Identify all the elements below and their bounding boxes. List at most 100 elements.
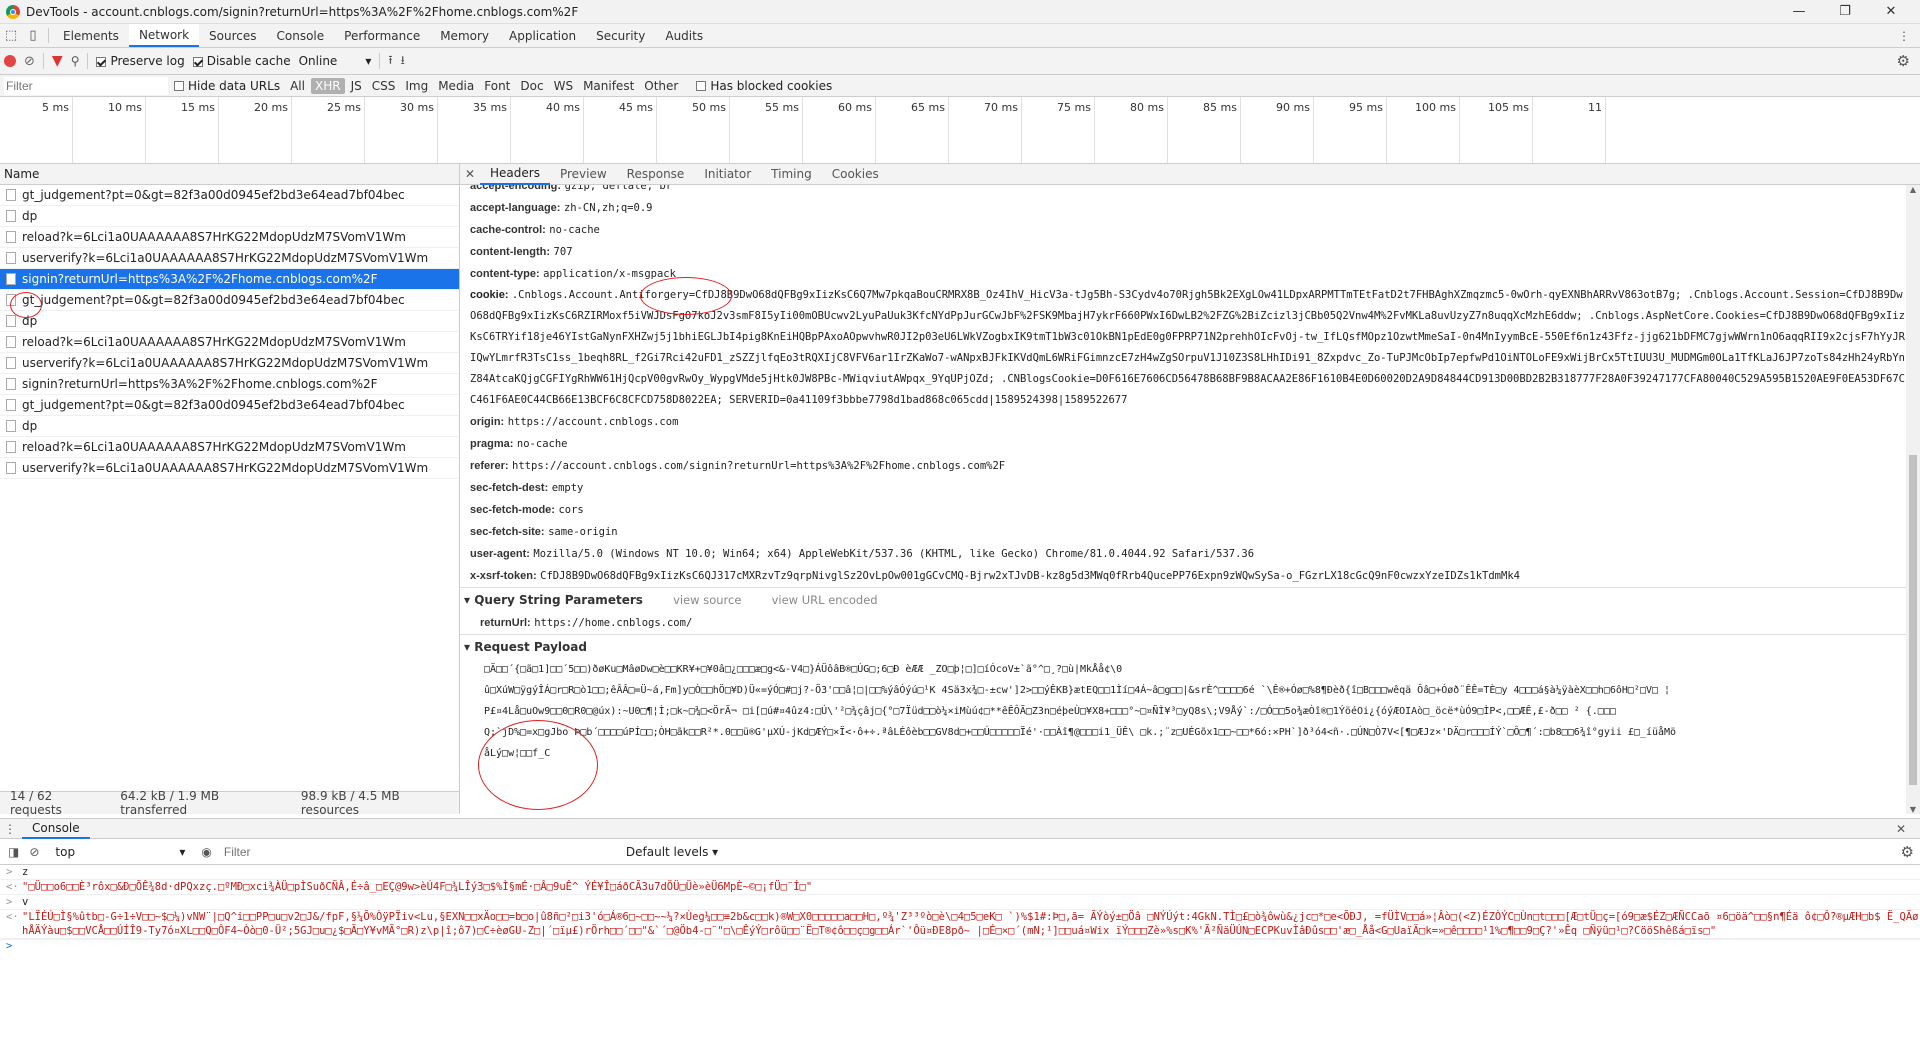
request-row[interactable]: signin?returnUrl=https%3A%2F%2Fhome.cnbl… — [0, 374, 459, 395]
tab-network[interactable]: Network — [128, 24, 200, 47]
header-row: sec-fetch-dest: empty — [470, 482, 584, 494]
detail-tab-initiator[interactable]: Initiator — [694, 164, 761, 185]
view-source-link[interactable]: view source — [673, 593, 741, 607]
drawer-menu-icon[interactable]: ⋮ — [4, 822, 22, 836]
request-row[interactable]: reload?k=6Lci1a0UAAAAAA8S7HrKG22MdopUdzM… — [0, 437, 459, 458]
request-detail-panel: ✕ Headers Preview Response Initiator Timing C… — [460, 164, 1920, 814]
filter-funnel-icon[interactable]: ▼ — [52, 53, 63, 69]
transferred-size: 64.2 kB / 1.9 MB transferred — [120, 789, 220, 817]
import-har-icon[interactable]: ⭱ — [388, 51, 392, 72]
sidebar-toggle-icon[interactable]: ◨ — [8, 845, 19, 859]
name-column-header[interactable]: Name — [0, 164, 459, 185]
tab-performance[interactable]: Performance — [334, 24, 430, 47]
record-icon[interactable] — [4, 55, 16, 67]
request-row[interactable]: gt_judgement?pt=0&gt=82f3a00d0945ef2bd3e… — [0, 185, 459, 206]
timeline-tick: 25 ms — [327, 97, 365, 163]
tab-memory[interactable]: Memory — [430, 24, 499, 47]
close-window-button[interactable]: ✕ — [1868, 4, 1914, 19]
console-filter-input[interactable] — [221, 843, 616, 860]
clear-icon[interactable]: ⊘ — [24, 54, 35, 69]
request-row[interactable]: reload?k=6Lci1a0UAAAAAA8S7HrKG22MdopUdzM… — [0, 227, 459, 248]
request-row[interactable]: userverify?k=6Lci1a0UAAAAAA8S7HrKG22Mdop… — [0, 458, 459, 479]
request-payload-section[interactable]: ▾ Request Payload — [460, 634, 1906, 659]
request-row[interactable]: dp — [0, 311, 459, 332]
request-row[interactable]: signin?returnUrl=https%3A%2F%2Fhome.cnbl… — [0, 269, 459, 290]
timeline-tick: 100 ms — [1415, 97, 1460, 163]
request-name: signin?returnUrl=https%3A%2F%2Fhome.cnbl… — [22, 377, 378, 391]
request-name: dp — [22, 314, 38, 328]
tab-application[interactable]: Application — [499, 24, 586, 47]
console-line: <· "LÏÉÚ□Ì§%ûtb□-G÷1÷V□□~$□¼)vNW¨|□Q^i□□P… — [0, 910, 1920, 939]
cookie-header-value: .Cnblogs.Account.Antiforgery=CfDJ8B9DwO6… — [470, 289, 1905, 406]
window-titlebar: DevTools - account.cnblogs.com/signin?re… — [0, 0, 1920, 24]
restore-button[interactable]: ❐ — [1822, 4, 1868, 19]
tab-console[interactable]: Console — [267, 24, 335, 47]
view-url-encoded-link[interactable]: view URL encoded — [772, 593, 878, 607]
filter-type-xhr[interactable]: XHR — [310, 77, 345, 94]
filter-type-other[interactable]: Other — [640, 78, 682, 94]
network-toolbar: ⊘ ▼ ⚲ Preserve log Disable cache Online ▾… — [0, 48, 1920, 75]
filter-type-doc[interactable]: Doc — [516, 78, 547, 94]
request-row[interactable]: reload?k=6Lci1a0UAAAAAA8S7HrKG22MdopUdzM… — [0, 332, 459, 353]
query-string-section[interactable]: ▾ Query String Parameters view source vi… — [460, 587, 1906, 612]
tab-sources[interactable]: Sources — [199, 24, 266, 47]
hide-data-urls-checkbox[interactable]: Hide data URLs — [174, 79, 280, 93]
request-row[interactable]: userverify?k=6Lci1a0UAAAAAA8S7HrKG22Mdop… — [0, 248, 459, 269]
timeline-tick: 105 ms — [1488, 97, 1533, 163]
window-title: DevTools - account.cnblogs.com/signin?re… — [26, 4, 579, 19]
request-name: userverify?k=6Lci1a0UAAAAAA8S7HrKG22Mdop… — [22, 356, 429, 370]
filter-type-ws[interactable]: WS — [550, 78, 577, 94]
context-select[interactable]: top ▾ — [49, 845, 191, 859]
console-settings-gear-icon[interactable]: ⚙ — [1901, 843, 1914, 861]
timeline-tick: 5 ms — [42, 97, 73, 163]
filter-type-manifest[interactable]: Manifest — [579, 78, 638, 94]
disable-cache-checkbox[interactable]: Disable cache — [192, 54, 291, 68]
filter-type-font[interactable]: Font — [480, 78, 514, 94]
console-drawer-tab[interactable]: Console — [22, 819, 90, 839]
request-payload-body: □Ä□□´{□ã□1]□□´5□□)ðøKu□MâøDw□è□□KR¥+□¥0â… — [470, 659, 1906, 764]
request-row[interactable]: gt_judgement?pt=0&gt=82f3a00d0945ef2bd3e… — [0, 395, 459, 416]
tab-security[interactable]: Security — [586, 24, 655, 47]
detail-tab-headers[interactable]: Headers — [480, 164, 550, 185]
timeline-tick: 30 ms — [400, 97, 438, 163]
request-type-icon — [6, 231, 16, 243]
header-row: sec-fetch-mode: cors — [470, 504, 584, 516]
detail-tab-response[interactable]: Response — [617, 164, 695, 185]
preserve-log-checkbox[interactable]: Preserve log — [96, 54, 185, 68]
detail-tab-timing[interactable]: Timing — [761, 164, 822, 185]
filter-input[interactable] — [4, 76, 168, 95]
device-toolbar-icon[interactable]: ▯ — [22, 24, 44, 47]
detail-scrollbar[interactable]: ▲ ▼ — [1906, 185, 1920, 814]
inspect-element-icon[interactable]: ⬚ — [0, 24, 22, 47]
tab-audits[interactable]: Audits — [655, 24, 713, 47]
live-expression-eye-icon[interactable]: ◉ — [201, 845, 211, 859]
filter-type-media[interactable]: Media — [434, 78, 478, 94]
filter-type-all[interactable]: All — [286, 78, 309, 94]
tab-elements[interactable]: Elements — [53, 24, 129, 47]
request-name: dp — [22, 209, 38, 223]
more-tools-icon[interactable]: ⋮ — [1898, 29, 1910, 43]
request-row[interactable]: userverify?k=6Lci1a0UAAAAAA8S7HrKG22Mdop… — [0, 353, 459, 374]
blocked-cookies-checkbox[interactable]: Has blocked cookies — [696, 79, 832, 93]
filter-type-js[interactable]: JS — [347, 78, 366, 94]
export-har-icon[interactable]: ⭳ — [401, 51, 405, 72]
detail-tab-preview[interactable]: Preview — [550, 164, 617, 185]
throttle-select[interactable]: Online ▾ — [299, 54, 372, 68]
search-icon[interactable]: ⚲ — [71, 54, 80, 68]
log-levels-select[interactable]: Default levels ▾ — [626, 845, 718, 859]
payload-line: û□XúW□ÿgýÎÁ□r□R□ò1□□;êÂÂ□=Ü~á,Fm]y□Ò□□hÖ… — [484, 685, 1671, 696]
detail-tab-cookies[interactable]: Cookies — [822, 164, 889, 185]
close-drawer-icon[interactable]: ✕ — [1896, 822, 1920, 836]
timeline-tick: 35 ms — [473, 97, 511, 163]
request-row[interactable]: dp — [0, 416, 459, 437]
request-row[interactable]: dp — [0, 206, 459, 227]
filter-type-css[interactable]: CSS — [368, 78, 400, 94]
request-type-icon — [6, 399, 16, 411]
clear-console-icon[interactable]: ⊘ — [29, 845, 39, 859]
close-detail-icon[interactable]: ✕ — [460, 167, 480, 181]
filter-type-img[interactable]: Img — [401, 78, 432, 94]
request-row[interactable]: gt_judgement?pt=0&gt=82f3a00d0945ef2bd3e… — [0, 290, 459, 311]
network-timeline-overview[interactable]: 5 ms 10 ms 15 ms 20 ms 25 ms 30 ms 35 ms 40 ms 4… — [0, 97, 1920, 164]
minimize-button[interactable]: — — [1776, 4, 1822, 19]
settings-gear-icon[interactable]: ⚙ — [1897, 52, 1910, 70]
